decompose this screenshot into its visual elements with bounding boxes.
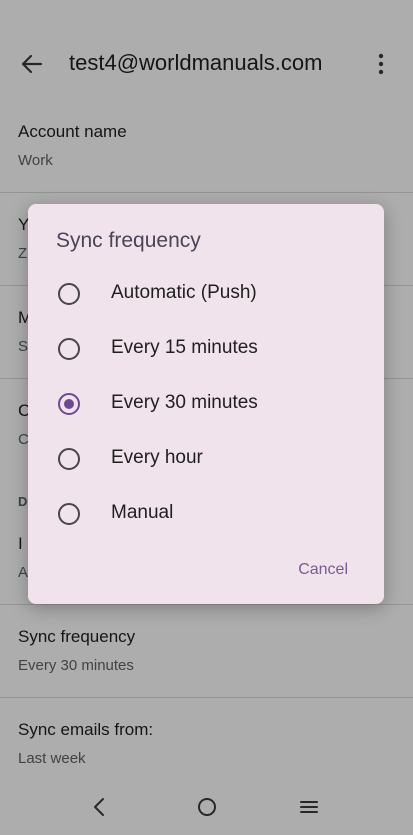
radio-button[interactable] <box>58 338 80 360</box>
radio-button[interactable] <box>58 283 80 305</box>
option-label: Every hour <box>111 447 203 468</box>
dialog-title: Sync frequency <box>56 229 201 252</box>
option-every-15-minutes[interactable]: Every 15 minutes <box>28 321 384 376</box>
sync-frequency-dialog: Sync frequency Automatic (Push) Every 15… <box>28 204 384 604</box>
option-every-30-minutes[interactable]: Every 30 minutes <box>28 376 384 431</box>
option-every-hour[interactable]: Every hour <box>28 431 384 486</box>
radio-button[interactable] <box>58 503 80 525</box>
option-label: Every 30 minutes <box>111 392 258 413</box>
radio-button[interactable] <box>58 393 80 415</box>
radio-button[interactable] <box>58 448 80 470</box>
option-manual[interactable]: Manual <box>28 486 384 541</box>
option-label: Automatic (Push) <box>111 282 257 303</box>
cancel-button[interactable]: Cancel <box>298 561 348 579</box>
option-automatic-push[interactable]: Automatic (Push) <box>28 266 384 321</box>
option-label: Manual <box>111 502 174 523</box>
option-label: Every 15 minutes <box>111 337 258 358</box>
